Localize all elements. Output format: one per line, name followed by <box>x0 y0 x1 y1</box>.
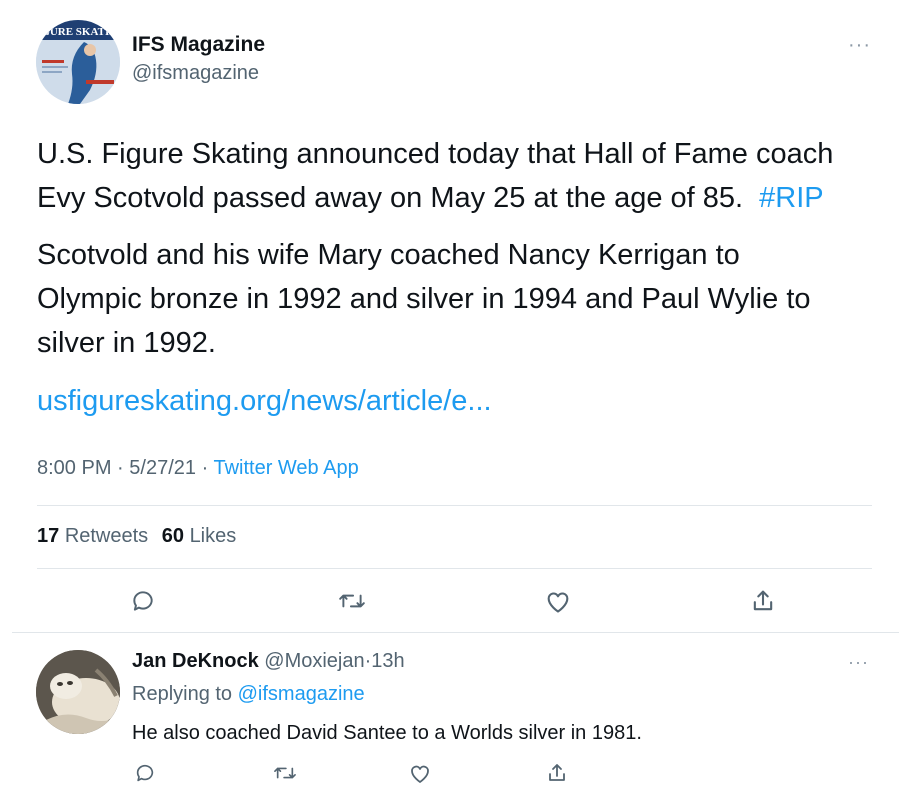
separator: · <box>117 457 124 479</box>
share-icon[interactable] <box>749 587 777 615</box>
divider <box>12 632 899 633</box>
likes-stat[interactable]: 60 Likes <box>162 525 237 547</box>
replying-handle[interactable]: @ifsmagazine <box>238 683 365 705</box>
tweet-text-line: Evy Scotvold passed away on May 25 at th… <box>37 176 824 220</box>
reply-text: He also coached David Santee to a Worlds… <box>132 722 642 744</box>
separator: · <box>201 457 209 479</box>
reply-icon[interactable] <box>130 588 156 614</box>
retweet-label: Retweets <box>64 525 149 547</box>
cat-photo-image <box>36 650 120 734</box>
avatar-logo-text: FIGURE SKATING <box>36 26 120 38</box>
reply-retweet-icon[interactable] <box>273 762 297 784</box>
retweet-icon[interactable] <box>338 588 366 614</box>
reply-share-icon[interactable] <box>545 761 569 785</box>
like-count: 60 <box>161 525 184 547</box>
replying-label: Replying to <box>132 683 233 705</box>
tweet-text-line: Scotvold and his wife Mary coached Nancy… <box>37 239 740 271</box>
replying-to: Replying to @ifsmagazine <box>132 683 365 706</box>
divider <box>37 505 872 506</box>
article-link[interactable]: usfigureskating.org/news/article/e... <box>37 379 492 423</box>
retweet-count: 17 <box>37 525 60 547</box>
tweet-date[interactable]: 5/27/21 <box>129 457 196 479</box>
divider <box>37 568 872 569</box>
reply-more-options-icon[interactable]: ··· <box>848 652 869 673</box>
author-handle[interactable]: @ifsmagazine <box>132 62 259 85</box>
author-avatar[interactable]: FIGURE SKATING <box>36 20 120 104</box>
tweet-text-line: Olympic bronze in 1992 and silver in 199… <box>37 283 811 315</box>
tweet-stats: 17 Retweets 60 Likes <box>37 525 236 548</box>
tweet-text-line: silver in 1992. <box>37 327 216 359</box>
more-options-icon[interactable]: ··· <box>848 34 871 57</box>
reply-author-handle[interactable]: @Moxiejan <box>264 650 364 672</box>
tweet-meta: 8:00 PM · 5/27/21 · Twitter Web App <box>37 457 359 480</box>
reply-reply-icon[interactable] <box>134 762 156 784</box>
author-name[interactable]: IFS Magazine <box>132 33 265 57</box>
tweet-text-line: U.S. Figure Skating announced today that… <box>37 138 834 170</box>
tweet-time[interactable]: 8:00 PM <box>37 457 111 479</box>
tweet-source[interactable]: Twitter Web App <box>213 457 358 479</box>
like-label: Likes <box>189 525 237 547</box>
reply-author-avatar[interactable] <box>36 650 120 734</box>
reply-heart-icon[interactable] <box>408 762 432 784</box>
hashtag-link[interactable]: #RIP <box>759 182 823 214</box>
reply-time[interactable]: 13h <box>371 650 404 672</box>
reply-header: Jan DeKnock @Moxiejan·13h <box>132 650 405 673</box>
tweet-text-segment: Evy Scotvold passed away on May 25 at th… <box>37 182 744 214</box>
heart-icon[interactable] <box>544 588 572 614</box>
magazine-cover-image: FIGURE SKATING <box>36 20 120 104</box>
reply-author-name[interactable]: Jan DeKnock <box>132 650 259 672</box>
retweets-stat[interactable]: 17 Retweets <box>37 525 148 547</box>
